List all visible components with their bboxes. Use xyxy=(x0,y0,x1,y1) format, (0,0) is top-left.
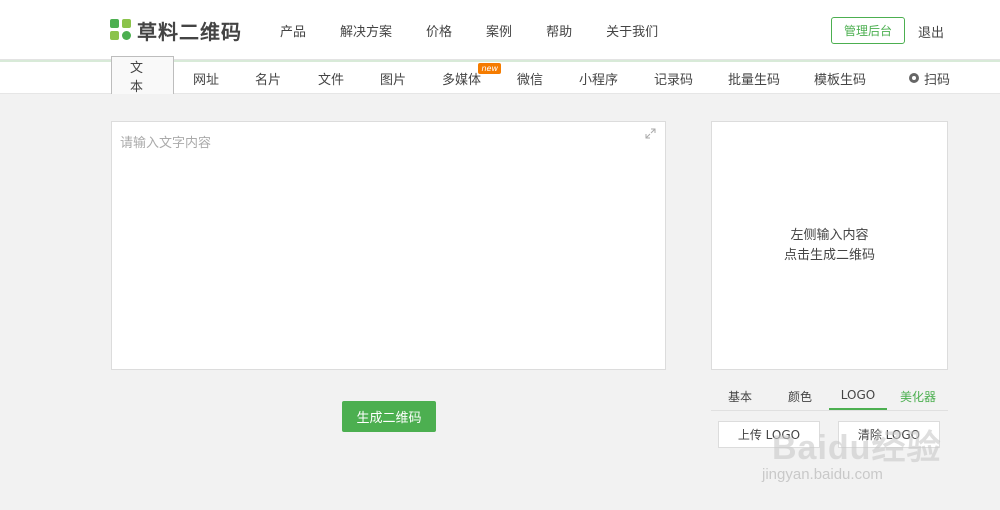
tab-record-code[interactable]: 记录码 xyxy=(654,62,693,94)
tab-basic[interactable]: 基本 xyxy=(719,382,761,410)
watermark-url: jingyan.baidu.com xyxy=(762,466,883,483)
tab-image[interactable]: 图片 xyxy=(380,62,406,94)
scan-link[interactable]: 扫码 xyxy=(909,62,950,94)
text-editor xyxy=(111,121,666,370)
qr-type-tabs: 文本 网址 名片 文件 图片 多媒体 new 微信 小程序 记录码 批量生码 模… xyxy=(0,56,1000,95)
preview-hint-line1: 左侧输入内容 xyxy=(790,227,869,243)
baidu-watermark: Baidu经验 jingyan.baidu.com xyxy=(762,420,962,490)
nav-item-about[interactable]: 关于我们 xyxy=(606,21,658,40)
tab-file[interactable]: 文件 xyxy=(318,62,344,94)
tab-multimedia[interactable]: 多媒体 new xyxy=(442,62,502,94)
brand-name: 草料二维码 xyxy=(137,19,242,44)
top-nav: 产品 解决方案 价格 案例 帮助 关于我们 xyxy=(280,0,692,60)
header: 草料二维码 产品 解决方案 价格 案例 帮助 关于我们 管理后台 退出 xyxy=(0,0,1000,60)
tab-color[interactable]: 颜色 xyxy=(779,382,821,410)
watermark-logo-text: Baidu经验 xyxy=(772,429,942,467)
scan-icon xyxy=(909,73,919,83)
expand-icon[interactable] xyxy=(645,128,656,139)
nav-item-solutions[interactable]: 解决方案 xyxy=(340,21,392,40)
tab-mini-program[interactable]: 小程序 xyxy=(579,62,618,94)
nav-item-products[interactable]: 产品 xyxy=(280,21,306,40)
qr-preview: 左侧输入内容 点击生成二维码 xyxy=(711,121,948,370)
tab-logo[interactable]: LOGO xyxy=(829,382,887,410)
generate-qr-button[interactable]: 生成二维码 xyxy=(342,401,436,432)
nav-item-help[interactable]: 帮助 xyxy=(546,21,572,40)
scan-label: 扫码 xyxy=(924,72,951,88)
tab-multimedia-label: 多媒体 xyxy=(442,72,482,88)
style-option-tabs: 基本 颜色 LOGO 美化器 xyxy=(711,382,948,411)
preview-hint-line2: 点击生成二维码 xyxy=(783,247,875,263)
nav-item-pricing[interactable]: 价格 xyxy=(426,21,452,40)
text-content-input[interactable] xyxy=(120,132,640,362)
logout-link[interactable]: 退出 xyxy=(918,22,944,41)
tab-vcard[interactable]: 名片 xyxy=(255,62,281,94)
tab-url[interactable]: 网址 xyxy=(193,62,219,94)
nav-item-cases[interactable]: 案例 xyxy=(486,21,512,40)
logo-icon xyxy=(110,19,132,41)
tab-batch-generate[interactable]: 批量生码 xyxy=(728,62,780,94)
tab-text[interactable]: 文本 xyxy=(111,56,174,95)
tab-beautifier[interactable]: 美化器 xyxy=(895,382,941,410)
new-badge: new xyxy=(478,63,502,74)
tab-template-generate[interactable]: 模板生码 xyxy=(814,62,866,94)
admin-button[interactable]: 管理后台 xyxy=(831,17,905,44)
brand-logo[interactable]: 草料二维码 xyxy=(110,17,242,44)
tab-wechat[interactable]: 微信 xyxy=(517,62,543,94)
